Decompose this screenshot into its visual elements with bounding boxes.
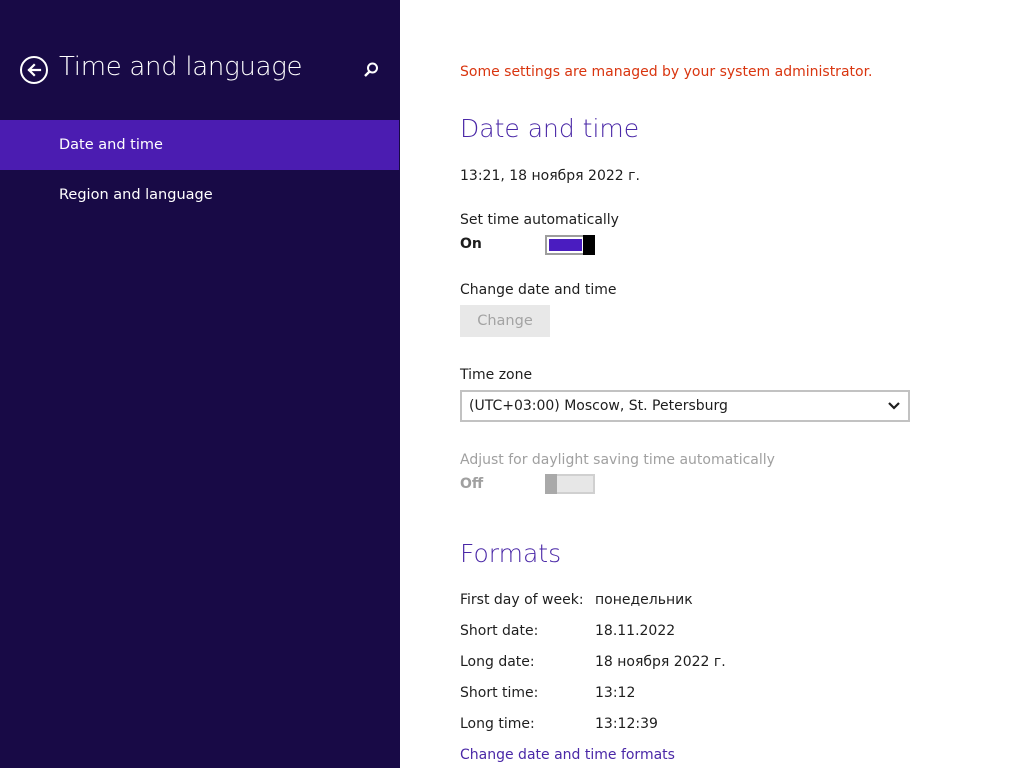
dst-state: Off [460, 476, 484, 492]
format-label-first-day: First day of week: [460, 592, 584, 608]
time-zone-value: (UTC+03:00) Moscow, St. Petersburg [469, 398, 728, 414]
date-time-heading: Date and time [460, 114, 640, 143]
admin-notice: Some settings are managed by your system… [460, 64, 873, 80]
chevron-down-icon [888, 402, 900, 410]
time-zone-label: Time zone [460, 367, 533, 383]
current-date-time: 13:21, 18 ноября 2022 г. [460, 168, 640, 184]
sidebar-item-region-and-language[interactable]: Region and language [0, 170, 400, 220]
main-content: Some settings are managed by your system… [400, 0, 1024, 768]
format-value-first-day: понедельник [595, 592, 693, 608]
set-time-auto-label: Set time automatically [460, 212, 619, 228]
sidebar: Time and language Date and time Region a… [0, 0, 400, 768]
formats-heading: Formats [460, 539, 562, 568]
set-time-auto-state: On [460, 236, 482, 252]
format-value-long-time: 13:12:39 [595, 716, 658, 732]
time-zone-dropdown[interactable]: (UTC+03:00) Moscow, St. Petersburg [460, 390, 910, 422]
sidebar-item-date-and-time[interactable]: Date and time [0, 120, 399, 170]
dst-label: Adjust for daylight saving time automati… [460, 452, 775, 468]
back-button[interactable] [20, 56, 48, 84]
back-arrow-icon [27, 63, 42, 77]
toggle-fill [549, 239, 582, 251]
sidebar-item-label: Region and language [59, 187, 213, 203]
change-date-time-label: Change date and time [460, 282, 617, 298]
toggle-thumb [545, 474, 557, 494]
format-value-long-date: 18 ноября 2022 г. [595, 654, 726, 670]
search-icon [364, 62, 378, 77]
change-formats-link[interactable]: Change date and time formats [460, 747, 675, 763]
format-label-long-time: Long time: [460, 716, 535, 732]
toggle-thumb [583, 235, 595, 255]
dst-toggle[interactable] [545, 474, 595, 494]
page-title: Time and language [59, 52, 303, 82]
format-label-long-date: Long date: [460, 654, 535, 670]
sidebar-item-label: Date and time [59, 137, 163, 153]
set-time-auto-toggle[interactable] [545, 235, 595, 255]
search-button[interactable] [362, 61, 380, 79]
format-label-short-time: Short time: [460, 685, 539, 701]
format-value-short-date: 18.11.2022 [595, 623, 676, 639]
settings-window: Time and language Date and time Region a… [0, 0, 1024, 768]
change-button[interactable]: Change [460, 305, 550, 337]
format-label-short-date: Short date: [460, 623, 539, 639]
format-value-short-time: 13:12 [595, 685, 636, 701]
